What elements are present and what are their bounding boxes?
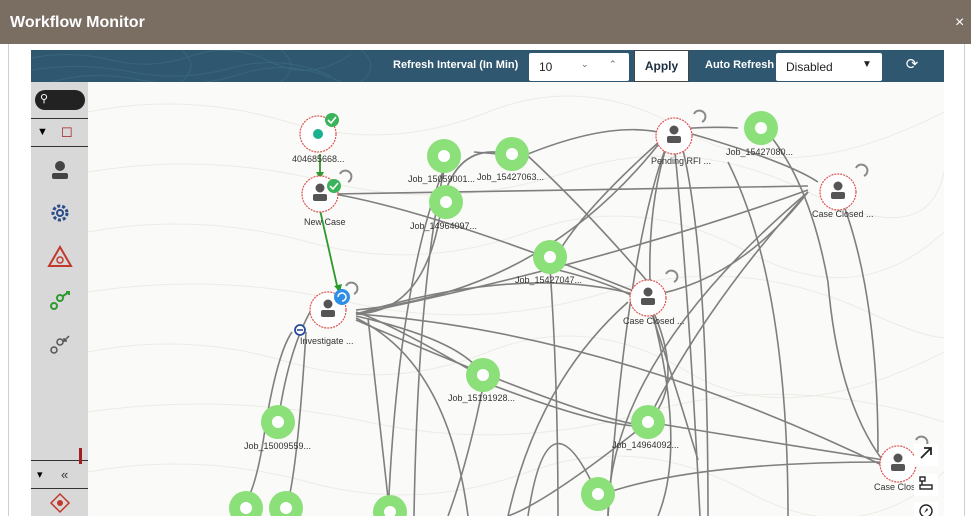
search-input[interactable]: ⚲	[35, 90, 85, 110]
refresh-icon[interactable]: ⟳	[903, 56, 921, 74]
compass-icon[interactable]	[47, 492, 73, 518]
tools-group-header[interactable]: ▼ ☐	[31, 122, 88, 146]
chevron-down-icon[interactable]: ⌄	[581, 59, 589, 70]
human-node-new-case[interactable]	[301, 169, 353, 213]
edge	[333, 185, 809, 195]
edge	[651, 191, 809, 413]
auto-refresh-label: Auto Refresh	[705, 59, 775, 71]
human-node-investigate[interactable]	[294, 281, 359, 336]
job-node[interactable]	[373, 495, 407, 516]
calendar-icon: ☐	[61, 125, 73, 140]
job-node[interactable]	[631, 405, 665, 439]
node-label: Investigate ...	[300, 336, 354, 346]
gear-icon[interactable]	[47, 200, 73, 226]
job-node[interactable]	[466, 358, 500, 392]
human-node-case-closed-right[interactable]	[819, 163, 869, 211]
edge	[367, 317, 391, 516]
expand-flow-icon[interactable]	[47, 288, 73, 314]
divider	[31, 488, 88, 489]
chevron-up-icon[interactable]: ⌃	[609, 59, 617, 70]
title-bar: Workflow Monitor ×	[0, 0, 971, 44]
job-node[interactable]	[581, 477, 615, 511]
caret-down-icon: ▼	[862, 59, 872, 70]
job-node[interactable]	[533, 240, 567, 274]
edge	[679, 137, 709, 516]
accent-mark	[79, 448, 82, 464]
divider	[31, 118, 88, 119]
node-label: Case Closed ...	[623, 316, 685, 326]
node-label: Job_15059001...	[408, 174, 476, 184]
window-title: Workflow Monitor	[10, 14, 145, 31]
close-icon[interactable]: ×	[955, 14, 964, 32]
human-node-pending-rfi[interactable]	[655, 109, 707, 155]
node-label: Job_15427063...	[477, 172, 545, 182]
person-icon[interactable]	[47, 158, 73, 184]
node-label: Job_15427080...	[726, 147, 794, 157]
job-node[interactable]	[744, 111, 778, 145]
edge	[835, 185, 879, 453]
apply-button[interactable]: Apply	[634, 50, 689, 82]
node-label: 404685668...	[292, 154, 345, 164]
start-node[interactable]	[299, 113, 339, 153]
node-label: Job_15009559...	[244, 441, 312, 451]
edge	[647, 191, 809, 297]
node-label: Job_15427047...	[515, 275, 583, 285]
job-node[interactable]	[495, 137, 529, 171]
auto-refresh-value: Disabled	[786, 60, 833, 74]
human-node-case-closed-mid[interactable]	[629, 269, 679, 317]
node-label: Job_15191928...	[448, 393, 516, 403]
collapse-flow-icon[interactable]	[47, 332, 73, 358]
node-label: Case Closed ...	[812, 209, 874, 219]
job-node[interactable]	[229, 491, 263, 516]
workflow-graph	[88, 95, 944, 516]
window-bottom	[0, 516, 971, 532]
edge	[647, 421, 885, 461]
search-icon: ⚲	[40, 93, 49, 105]
triangle-down-icon[interactable]: ▼	[37, 126, 48, 138]
job-node[interactable]	[261, 405, 295, 439]
edge	[597, 461, 885, 497]
edge	[757, 121, 885, 463]
node-label: Job_14964092...	[612, 440, 680, 450]
job-node[interactable]	[427, 139, 461, 173]
auto-refresh-select[interactable]: Disabled ▼	[776, 53, 882, 81]
job-node[interactable]	[429, 185, 463, 219]
edge	[333, 193, 647, 297]
refresh-interval-stepper[interactable]: 10 ⌄ ⌃	[529, 53, 629, 81]
layout-icon[interactable]	[914, 474, 938, 496]
job-node[interactable]	[269, 491, 303, 516]
refresh-interval-label: Refresh Interval (In Min)	[393, 59, 519, 71]
workflow-canvas[interactable]: 404685668... New Case Investigate ... Jo…	[88, 82, 944, 516]
compass-icon[interactable]	[914, 502, 938, 516]
edge	[245, 421, 267, 503]
warning-icon[interactable]	[47, 244, 73, 270]
node-label: Pending RFI ...	[651, 156, 712, 166]
node-label: New Case	[304, 217, 346, 227]
collapse-sidebar-icon[interactable]: «	[61, 467, 68, 482]
arrow-up-right-icon[interactable]	[914, 444, 938, 466]
divider	[31, 146, 88, 147]
refresh-interval-value: 10	[539, 60, 553, 74]
sidebar: ⚲ ▼ ☐ ▾ «	[31, 82, 88, 516]
sidebar-footer: ▾ «	[31, 464, 88, 488]
triangle-down-icon[interactable]: ▾	[37, 468, 43, 481]
edge	[507, 421, 649, 516]
node-label: Job_14964097...	[410, 221, 478, 231]
toolbar: Refresh Interval (In Min) 10 ⌄ ⌃ Apply A…	[31, 50, 944, 82]
edge	[527, 128, 659, 155]
